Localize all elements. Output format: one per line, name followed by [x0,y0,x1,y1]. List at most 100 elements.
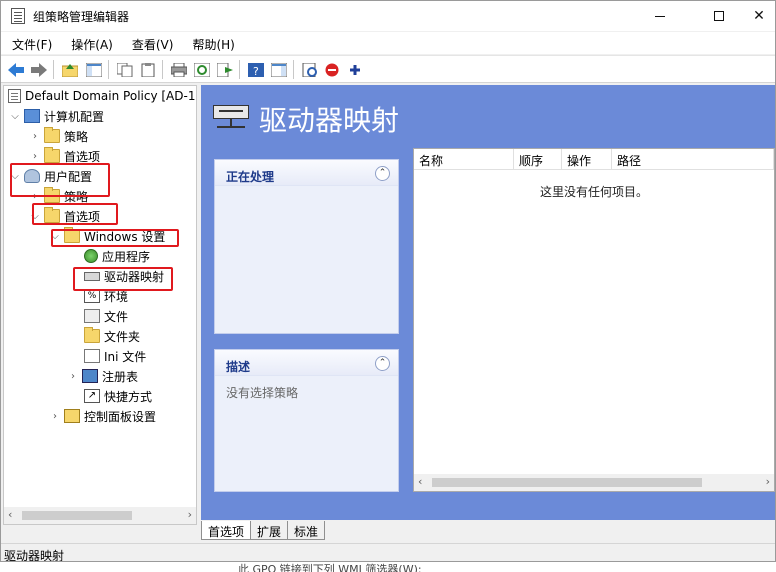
highlight-box-user-config [10,163,110,197]
tree-label: Ini 文件 [104,349,147,364]
export-icon[interactable] [216,61,233,78]
applications-icon [84,249,98,263]
tree-label: 计算机配置 [44,109,105,124]
description-panel: 描述 ⌃ 没有选择策略 [214,349,399,492]
chevron-right-icon[interactable]: › [30,131,40,142]
menu-view[interactable]: 查看(V) [121,32,182,54]
forward-icon[interactable] [30,61,47,78]
tree-node-registry[interactable]: › 注册表 [68,366,138,386]
show-action-pane-icon[interactable] [270,61,287,78]
scroll-left-icon[interactable]: ‹ [8,508,12,521]
tree-node-files[interactable]: 文件 [84,306,128,326]
toolbar-separator [53,60,54,79]
refresh-icon[interactable] [193,61,210,78]
gpo-editor-window: 组策略管理编辑器 ✕ 文件(F) 操作(A) 查看(V) 帮助(H) ? Def… [0,0,776,562]
scroll-right-icon[interactable]: › [766,475,770,488]
tree-label: 策略 [64,129,89,144]
properties-icon[interactable] [301,61,318,78]
tree-horizontal-scrollbar[interactable]: ‹ › [4,507,196,524]
panel-title: 正在处理 [215,160,398,186]
copy-icon[interactable] [116,61,133,78]
scroll-left-icon[interactable]: ‹ [418,475,422,488]
tree-node-shortcuts[interactable]: ↗ 快捷方式 [84,386,152,406]
chevron-right-icon[interactable]: › [30,151,40,162]
tree-label: 快捷方式 [104,389,153,404]
shortcut-icon: ↗ [84,389,100,403]
content-pane: 驱动器映射 正在处理 ⌃ 描述 ⌃ 没有选择策略 名称 顺序 操作 路径 这里没… [201,85,775,520]
up-folder-icon[interactable] [61,61,78,78]
help-icon[interactable]: ? [247,61,264,78]
tree-label: 应用程序 [102,249,151,264]
content-title: 驱动器映射 [259,104,400,137]
scrollbar-thumb[interactable] [432,478,702,487]
items-list[interactable]: 名称 顺序 操作 路径 这里没有任何项目。 ‹ › [413,148,775,492]
tree-label: Default Domain Policy [AD-1. [25,89,197,103]
ini-file-icon [84,349,100,363]
toolbar-separator [108,60,109,79]
column-header-path[interactable]: 路径 [612,149,774,170]
background-window-text: 此 GPO 链接到下列 WMI 筛选器(W): [238,563,422,572]
chevron-down-icon[interactable]: ⌵ [10,111,20,122]
close-button[interactable]: ✕ [736,1,775,31]
tree-node-applications[interactable]: 应用程序 [84,246,150,266]
highlight-box-windows-settings [51,229,179,247]
tree-node-ini-files[interactable]: Ini 文件 [84,346,146,366]
chevron-right-icon[interactable]: › [68,371,78,382]
files-icon [84,309,100,323]
registry-icon [82,369,98,383]
collapse-icon[interactable]: ⌃ [375,166,390,181]
minimize-button[interactable] [637,1,683,31]
column-header-order[interactable]: 顺序 [514,149,562,170]
tab-standard[interactable]: 标准 [287,521,326,540]
tree-node-root[interactable]: Default Domain Policy [AD-1. [8,86,197,106]
policy-document-icon [8,89,21,103]
tree-node-computer-config[interactable]: ⌵ 计算机配置 [10,106,104,126]
add-icon[interactable] [346,61,363,78]
tab-preferences[interactable]: 首选项 [201,521,252,540]
tree-label: 文件 [104,309,129,324]
list-horizontal-scrollbar[interactable]: ‹ › [414,474,774,491]
tab-extended[interactable]: 扩展 [250,521,289,540]
maximize-icon [714,11,724,21]
column-header-name[interactable]: 名称 [414,149,514,170]
folders-icon [84,327,100,343]
toolbar-separator [293,60,294,79]
highlight-box-preferences [32,203,118,225]
scroll-right-icon[interactable]: › [188,508,192,521]
highlight-box-drive-maps [73,267,173,291]
paste-icon[interactable] [139,61,156,78]
chevron-right-icon[interactable]: › [50,411,60,422]
menu-file[interactable]: 文件(F) [1,32,60,54]
toolbar-separator [162,60,163,79]
menu-bar: 文件(F) 操作(A) 查看(V) 帮助(H) [1,32,775,54]
tree-node-policies[interactable]: › 策略 [30,126,88,146]
toolbar: ? [1,55,775,83]
collapse-icon[interactable]: ⌃ [375,356,390,371]
computer-icon [24,109,40,123]
tree-node-control-panel[interactable]: › 控制面板设置 [50,406,156,426]
toolbar-separator [239,60,240,79]
drive-map-icon [213,105,249,129]
column-header-action[interactable]: 操作 [562,149,612,170]
scrollbar-thumb[interactable] [22,511,132,520]
view-tabs: 首选项 扩展 标准 [201,521,326,541]
tree-node-folders[interactable]: 文件夹 [84,326,140,346]
folder-icon [44,147,60,163]
tree-label: 首选项 [64,149,101,164]
app-icon [11,8,25,24]
console-tree: Default Domain Policy [AD-1. ⌵ 计算机配置 › 策… [3,85,197,525]
panel-title: 描述 [215,350,398,376]
description-text: 没有选择策略 [226,386,299,400]
tree-label: 文件夹 [104,329,141,344]
environment-icon: % [84,289,100,303]
control-panel-icon [64,409,80,423]
folder-icon [44,127,60,143]
back-icon[interactable] [7,61,24,78]
menu-help[interactable]: 帮助(H) [181,32,242,54]
stop-icon[interactable] [323,61,340,78]
print-icon[interactable] [170,61,187,78]
svg-text:?: ? [253,65,259,77]
menu-action[interactable]: 操作(A) [60,32,121,54]
tree-label: 控制面板设置 [84,409,157,424]
show-hide-tree-icon[interactable] [85,61,102,78]
